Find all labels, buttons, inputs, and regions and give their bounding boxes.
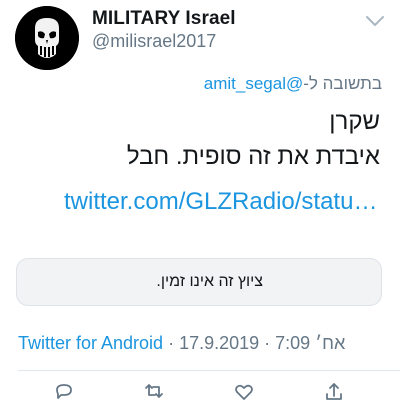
reply-icon[interactable]: [52, 380, 76, 400]
chevron-down-icon[interactable]: [364, 14, 386, 28]
tweet-text-line: איבדת את זה סופית. חבל: [126, 143, 380, 170]
meta-separator: ·: [163, 333, 180, 353]
share-icon[interactable]: [322, 380, 346, 400]
like-icon[interactable]: [232, 380, 256, 400]
reply-context: בתשובה ל-@amit_segal: [204, 74, 382, 94]
source-app-link[interactable]: Twitter for Android: [18, 333, 163, 353]
retweet-icon[interactable]: [142, 380, 166, 400]
punisher-skull-icon: [15, 6, 79, 70]
tweet-meta: Twitter for Android · 17.9.2019 · 7:09 א…: [18, 333, 345, 354]
unavailable-quote-card: ציוץ זה אינו זמין.: [16, 258, 382, 306]
timestamp[interactable]: 17.9.2019 · 7:09 אח׳: [179, 333, 345, 353]
avatar[interactable]: [15, 6, 79, 70]
reply-prefix: בתשובה ל-: [303, 74, 382, 93]
user-handle[interactable]: @milisrael2017: [92, 31, 216, 52]
unavailable-notice-text: ציוץ זה אינו זמין.: [156, 273, 263, 290]
tweet-link[interactable]: twitter.com/GLZRadio/statu…: [64, 188, 377, 216]
action-bar: [0, 380, 400, 400]
reply-handle-link[interactable]: @amit_segal: [204, 74, 303, 93]
tweet: MILITARY Israel @milisrael2017 בתשובה ל-…: [0, 0, 400, 400]
tweet-text-line: שקרן: [329, 108, 380, 135]
divider: [18, 370, 400, 371]
display-name[interactable]: MILITARY Israel: [92, 8, 236, 30]
